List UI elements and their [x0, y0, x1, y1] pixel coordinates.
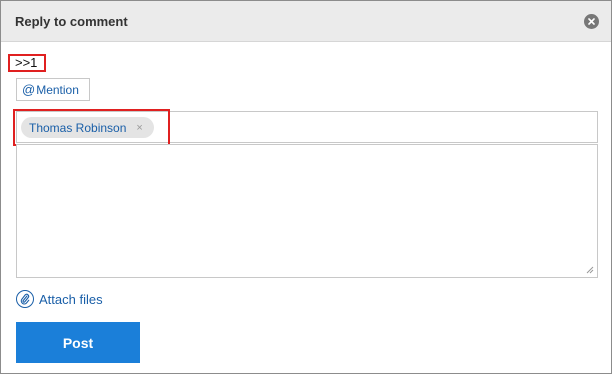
attach-files-link[interactable]: Attach files — [16, 289, 103, 309]
dialog-title: Reply to comment — [15, 13, 128, 29]
remove-recipient-icon[interactable]: × — [136, 122, 142, 134]
mention-button[interactable]: @ Mention — [16, 78, 90, 101]
paperclip-icon — [16, 290, 34, 308]
dialog-header: Reply to comment — [1, 1, 611, 42]
post-button[interactable]: Post — [16, 322, 140, 363]
reply-reference: >>1 — [8, 54, 46, 72]
message-textarea[interactable] — [16, 144, 598, 278]
mention-label: Mention — [36, 82, 79, 97]
at-icon: @ — [22, 82, 36, 97]
attach-files-label: Attach files — [39, 291, 103, 307]
reply-dialog: Reply to comment >>1 @ Mention Thomas Ro… — [0, 0, 612, 374]
recipient-name: Thomas Robinson — [29, 120, 127, 135]
resize-grip-icon[interactable] — [586, 266, 594, 274]
recipient-chip[interactable]: Thomas Robinson × — [21, 117, 154, 138]
close-icon[interactable] — [584, 13, 599, 29]
